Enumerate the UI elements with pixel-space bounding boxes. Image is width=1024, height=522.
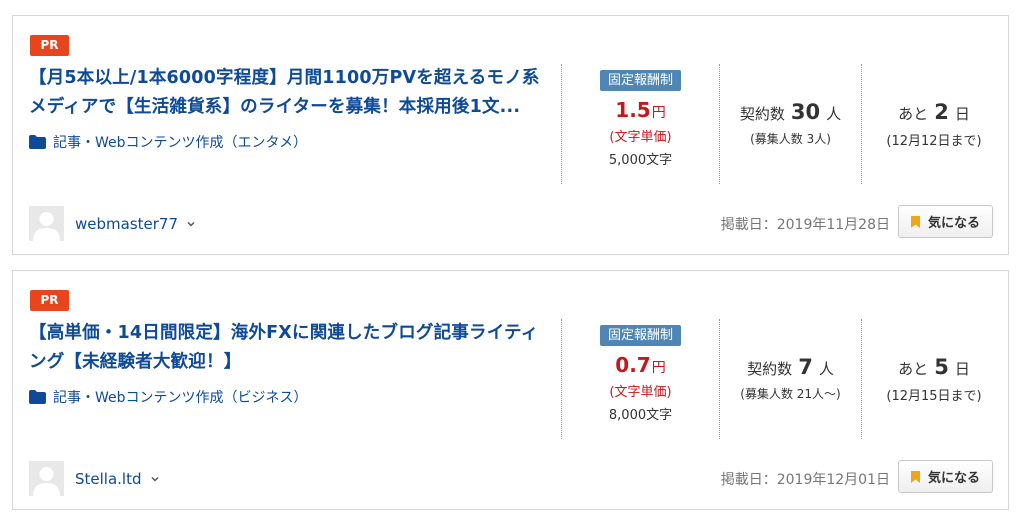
char-count: 5,000文字 — [608, 153, 673, 168]
folder-icon — [29, 390, 46, 404]
posted-date: 掲載日：2019年11月28日 — [720, 217, 890, 233]
bookmark-icon — [910, 215, 920, 228]
job-title-link[interactable]: 【月5本以上/1本6000字程度】月間1100万PVを超えるモノ系メディアで【生… — [29, 64, 549, 122]
price-type: (文字単価) — [609, 385, 672, 400]
remaining-column: あと 5 日 (12月15日まで) — [861, 319, 1006, 439]
char-count: 8,000文字 — [608, 408, 673, 423]
posted-date: 掲載日：2019年12月01日 — [720, 472, 890, 488]
chevron-down-icon[interactable] — [150, 474, 160, 484]
category-label: 記事・Webコンテンツ作成（エンタメ） — [53, 135, 308, 151]
favorite-label: 気になる — [927, 216, 980, 231]
deadline: (12月15日まで) — [886, 389, 982, 404]
job-title-link[interactable]: 【高単価・14日間限定】海外FXに関連したブログ記事ライティング【未経験者大歓迎… — [29, 319, 549, 377]
username[interactable]: Stella.ltd — [75, 470, 142, 488]
job-category[interactable]: 記事・Webコンテンツ作成（ビジネス） — [29, 387, 308, 407]
user-menu[interactable]: webmaster77 — [29, 206, 196, 241]
remaining-days: あと 5 日 — [898, 355, 970, 379]
remaining-days: あと 2 日 — [898, 100, 970, 124]
category-label: 記事・Webコンテンツ作成（ビジネス） — [53, 390, 308, 406]
user-menu[interactable]: Stella.ltd — [29, 461, 160, 496]
price-type: (文字単価) — [609, 130, 672, 145]
job-card: PR 【月5本以上/1本6000字程度】月間1100万PVを超えるモノ系メディア… — [12, 15, 1009, 255]
contract-column: 契約数 7 人 (募集人数 21人〜) — [719, 319, 861, 439]
remaining-column: あと 2 日 (12月12日まで) — [861, 64, 1006, 184]
deadline: (12月12日まで) — [886, 134, 982, 149]
contract-column: 契約数 30 人 (募集人数 3人) — [719, 64, 861, 184]
pr-badge: PR — [30, 35, 69, 56]
folder-icon — [29, 135, 46, 149]
payment-type-badge: 固定報酬制 — [599, 70, 681, 91]
avatar[interactable] — [29, 206, 64, 241]
favorite-button[interactable]: 気になる — [898, 205, 993, 238]
favorite-button[interactable]: 気になる — [898, 460, 993, 493]
price-column: 固定報酬制 1.5円 (文字単価) 5,000文字 — [561, 64, 719, 184]
avatar[interactable] — [29, 461, 64, 496]
recruit-count: (募集人数 21人〜) — [740, 387, 841, 401]
job-category[interactable]: 記事・Webコンテンツ作成（エンタメ） — [29, 132, 307, 152]
contract-count: 契約数 30 人 — [739, 100, 842, 124]
username[interactable]: webmaster77 — [75, 215, 178, 233]
bookmark-icon — [910, 470, 920, 483]
pr-badge: PR — [30, 290, 69, 311]
payment-type-badge: 固定報酬制 — [599, 325, 681, 346]
favorite-label: 気になる — [927, 471, 980, 486]
price: 1.5円 — [615, 98, 666, 122]
contract-count: 契約数 7 人 — [747, 355, 834, 379]
job-card: PR 【高単価・14日間限定】海外FXに関連したブログ記事ライティング【未経験者… — [12, 270, 1009, 510]
price-column: 固定報酬制 0.7円 (文字単価) 8,000文字 — [561, 319, 719, 439]
recruit-count: (募集人数 3人) — [750, 132, 831, 146]
price: 0.7円 — [615, 353, 666, 377]
chevron-down-icon[interactable] — [186, 219, 196, 229]
